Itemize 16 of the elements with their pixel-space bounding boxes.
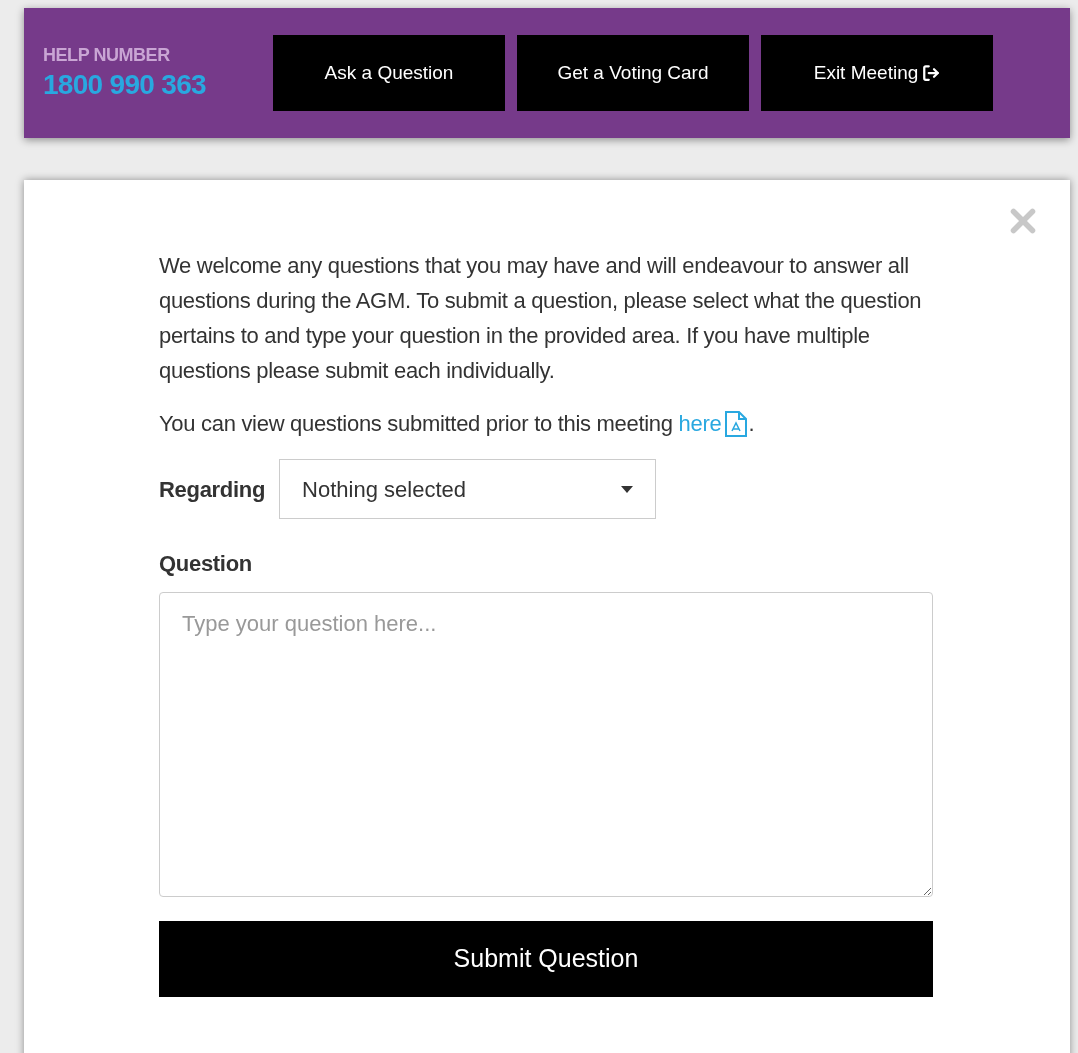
question-label: Question (159, 550, 253, 578)
regarding-dropdown[interactable]: Nothing selected (279, 459, 657, 519)
question-field[interactable]: Type your question here... (159, 592, 933, 897)
intro-paragraph: We welcome any questions that you may have and will endeavour to answer all questions during the AGM. To submit a question, please select what the question pertains to and type your question in the provided area. If you have multiple questions please submit each individually. (159, 252, 923, 385)
header-button[interactable]: Ask a Question (273, 35, 505, 111)
regarding-label: Regarding (159, 475, 266, 504)
help-number: 1800 990 363 (43, 67, 207, 102)
help-label: HELP NUMBER (43, 44, 171, 67)
pdf-icon (724, 410, 749, 437)
header-button[interactable]: Get a Voting Card (517, 35, 749, 111)
period-text: . (748, 410, 755, 438)
caret-icon (621, 485, 634, 493)
exit-icon (922, 64, 941, 82)
submit-button[interactable]: Submit Question (159, 921, 933, 997)
prior-questions-text: You can view questions submitted prior to this meeting here . (159, 406, 933, 441)
exit-meeting-button[interactable]: Exit Meeting (761, 35, 993, 111)
